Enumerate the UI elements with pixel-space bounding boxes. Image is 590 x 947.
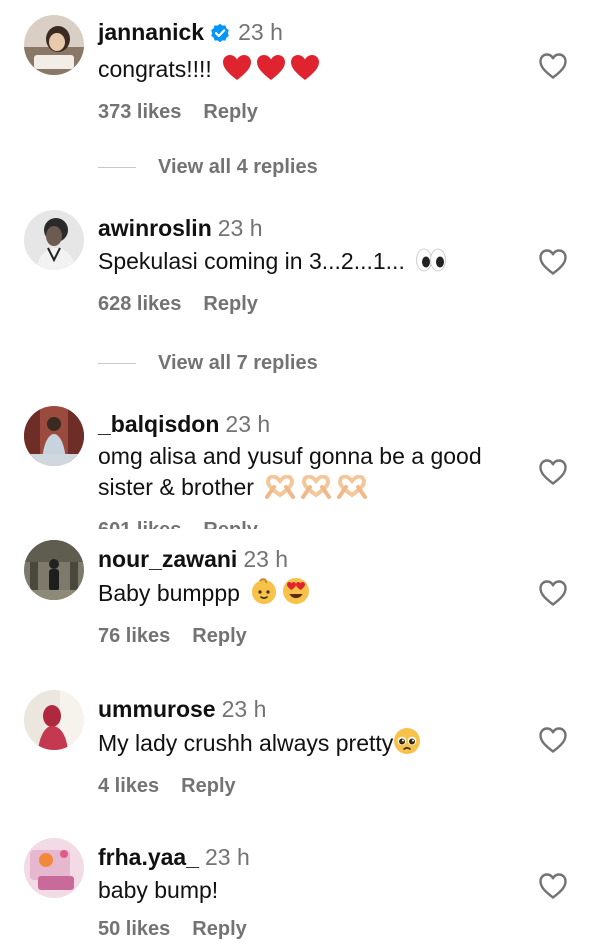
- comments-list: jannanick 23 h congrats!!!! 373 likes Repl…: [0, 0, 590, 947]
- comment: nour_zawani 23 h Baby bumppp 76 likes Repl…: [0, 536, 590, 686]
- like-heart-icon[interactable]: [538, 458, 568, 486]
- reply-button[interactable]: Reply: [203, 101, 257, 123]
- comment-username[interactable]: ummurose: [98, 696, 216, 722]
- heart-eyes-emoji-icon: [282, 577, 310, 613]
- likes-count[interactable]: 373 likes: [98, 101, 181, 123]
- comment-text: Baby bumppp: [98, 580, 240, 606]
- comment-time: 23 h: [225, 411, 271, 437]
- avatar[interactable]: [24, 406, 84, 466]
- comment-text-row: omg alisa and yusuf gonna be a good sist…: [98, 441, 520, 507]
- comment-time: 23 h: [205, 844, 250, 870]
- like-heart-icon[interactable]: [538, 872, 568, 900]
- red-heart-emoji-icon: [256, 54, 286, 89]
- heart-hands-emoji-icon: [336, 474, 368, 507]
- avatar[interactable]: [24, 690, 84, 750]
- likes-count[interactable]: 628 likes: [98, 293, 181, 315]
- heart-hands-emoji-icon: [264, 474, 296, 507]
- likes-count[interactable]: 50 likes: [98, 918, 170, 940]
- comment: ummurose 23 h My lady crushh always prett…: [0, 686, 590, 836]
- pleading-face-emoji-icon: [393, 727, 421, 763]
- likes-count[interactable]: 4 likes: [98, 775, 159, 797]
- comment: _balqisdon 23 h omg alisa and yusuf gonna…: [0, 396, 590, 536]
- eyes-emoji-icon: [415, 247, 447, 281]
- like-heart-icon[interactable]: [538, 726, 568, 754]
- reply-button[interactable]: Reply: [192, 625, 246, 647]
- replies-divider: [98, 167, 136, 169]
- comment-text-row: baby bump!: [98, 875, 520, 906]
- comment-text-line-1: omg alisa and yusuf gonna be a good: [98, 443, 482, 469]
- heart-hands-emoji-icon: [300, 474, 332, 507]
- comment-text-row: Baby bumppp: [98, 577, 520, 613]
- reply-button[interactable]: Reply: [192, 918, 246, 940]
- like-heart-icon[interactable]: [538, 52, 568, 80]
- comment-text-line-2: sister & brother: [98, 474, 254, 500]
- comment-text: baby bump!: [98, 877, 219, 903]
- view-replies-label: View all 4 replies: [158, 156, 318, 178]
- comment-text-line-2-row: sister & brother: [98, 472, 520, 507]
- verified-badge-icon: [210, 20, 230, 50]
- likes-count[interactable]: 601 likes: [98, 519, 181, 529]
- comment-time: 23 h: [217, 215, 263, 241]
- view-replies-button[interactable]: View all 4 replies: [98, 154, 318, 180]
- reply-button[interactable]: Reply: [203, 519, 257, 529]
- like-heart-icon[interactable]: [538, 248, 568, 276]
- comment-text-row: My lady crushh always pretty: [98, 727, 520, 763]
- comment-text-row: congrats!!!!: [98, 54, 520, 89]
- comment-username[interactable]: awinroslin: [98, 215, 212, 241]
- comment-text: My lady crushh always pretty: [98, 730, 394, 756]
- comment-time: 23 h: [238, 19, 283, 45]
- avatar[interactable]: [24, 838, 84, 898]
- likes-count[interactable]: 76 likes: [98, 625, 170, 647]
- baby-emoji-icon: [250, 577, 278, 613]
- avatar[interactable]: [24, 210, 84, 270]
- comment-time: 23 h: [221, 696, 267, 722]
- red-heart-emoji-icon: [290, 54, 320, 89]
- replies-divider: [98, 363, 136, 365]
- like-heart-icon[interactable]: [538, 579, 568, 607]
- comment-text: Spekulasi coming in 3...2...1...: [98, 248, 405, 274]
- comment-text-row: Spekulasi coming in 3...2...1...: [98, 246, 520, 281]
- view-replies-label: View all 7 replies: [158, 352, 318, 374]
- comment-text: congrats!!!!: [98, 56, 212, 82]
- comment-username[interactable]: _balqisdon: [98, 411, 219, 437]
- comment-username[interactable]: frha.yaa_: [98, 844, 199, 870]
- comment-time: 23 h: [243, 546, 289, 572]
- avatar[interactable]: [24, 15, 84, 75]
- comment: frha.yaa_ 23 h baby bump! 50 likes Reply: [0, 834, 590, 947]
- comment-username[interactable]: nour_zawani: [98, 546, 237, 572]
- comment-username[interactable]: jannanick: [98, 19, 204, 45]
- view-replies-button[interactable]: View all 7 replies: [98, 350, 318, 376]
- reply-button[interactable]: Reply: [181, 775, 235, 797]
- reply-button[interactable]: Reply: [203, 293, 257, 315]
- red-heart-emoji-icon: [222, 54, 252, 89]
- avatar[interactable]: [24, 540, 84, 600]
